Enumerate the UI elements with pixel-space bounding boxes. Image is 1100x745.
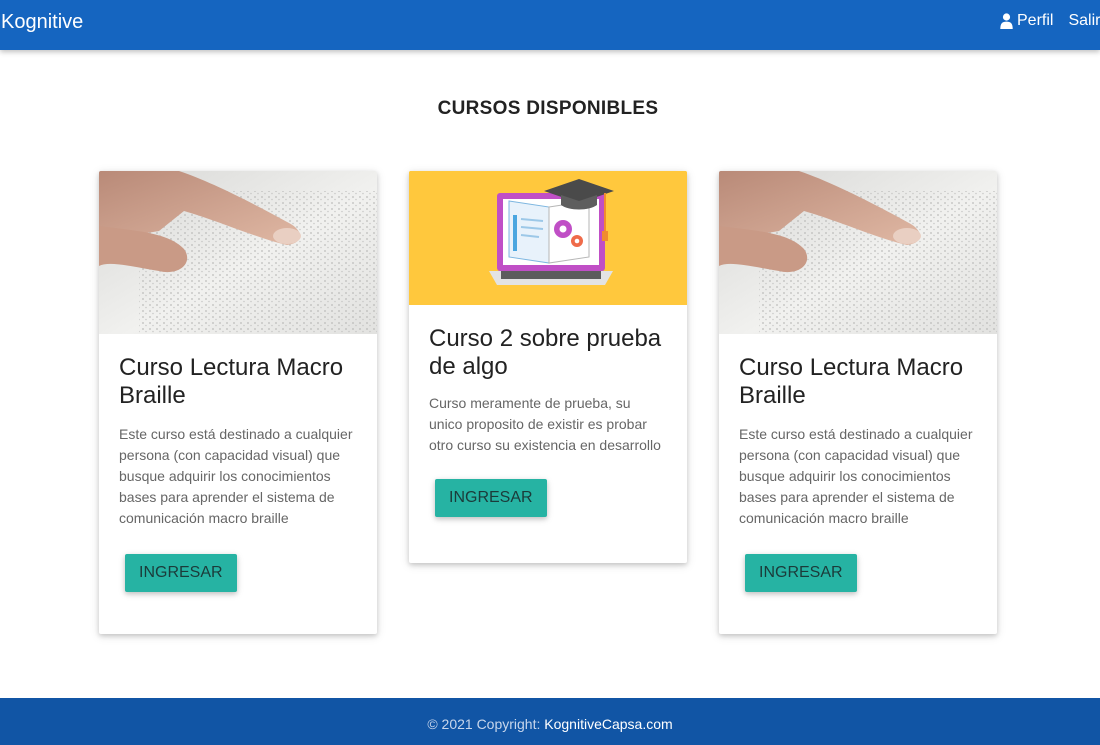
footer: © 2021 Copyright: KognitiveCapsa.com — [0, 698, 1100, 745]
footer-copyright: © 2021 Copyright: — [427, 716, 545, 732]
perfil-link[interactable]: Perfil — [1000, 12, 1053, 30]
course-description: Este curso está destinado a cualquier pe… — [119, 426, 353, 526]
user-icon — [1000, 13, 1013, 29]
top-navbar: Kognitive Perfil Salir — [0, 0, 1100, 50]
course-description: Este curso está destinado a cualquier pe… — [739, 426, 973, 526]
nav-right-links: Perfil Salir — [1000, 12, 1100, 30]
footer-site-link[interactable]: KognitiveCapsa.com — [544, 716, 672, 732]
course-card-body: Curso 2 sobre prueba de algo Curso meram… — [409, 305, 687, 517]
ingresar-button[interactable]: INGRESAR — [125, 554, 237, 592]
course-card-body: Curso Lectura Macro Braille Este curso e… — [99, 334, 377, 592]
course-title: Curso 2 sobre prueba de algo — [429, 325, 662, 380]
course-title: Curso Lectura Macro Braille — [739, 354, 964, 409]
braille-reading-image — [99, 171, 377, 334]
laptop-book-graduation-illustration — [409, 171, 687, 305]
perfil-label: Perfil — [1017, 12, 1054, 29]
ingresar-button[interactable]: INGRESAR — [745, 554, 857, 592]
course-card: Curso Lectura Macro Braille Este curso e… — [719, 171, 997, 634]
braille-reading-image — [719, 171, 997, 334]
salir-link[interactable]: Salir — [1068, 12, 1100, 30]
course-card: Curso Lectura Macro Braille Este curso e… — [99, 171, 377, 634]
course-card-body: Curso Lectura Macro Braille Este curso e… — [719, 334, 997, 592]
course-card: Curso 2 sobre prueba de algo Curso meram… — [409, 171, 687, 563]
course-title: Curso Lectura Macro Braille — [119, 354, 344, 409]
page-title: CURSOS DISPONIBLES — [437, 98, 659, 119]
brand-logo-link[interactable]: Kognitive — [1, 11, 83, 34]
course-description: Curso meramente de prueba, su unico prop… — [429, 395, 661, 453]
ingresar-button[interactable]: INGRESAR — [435, 479, 547, 517]
